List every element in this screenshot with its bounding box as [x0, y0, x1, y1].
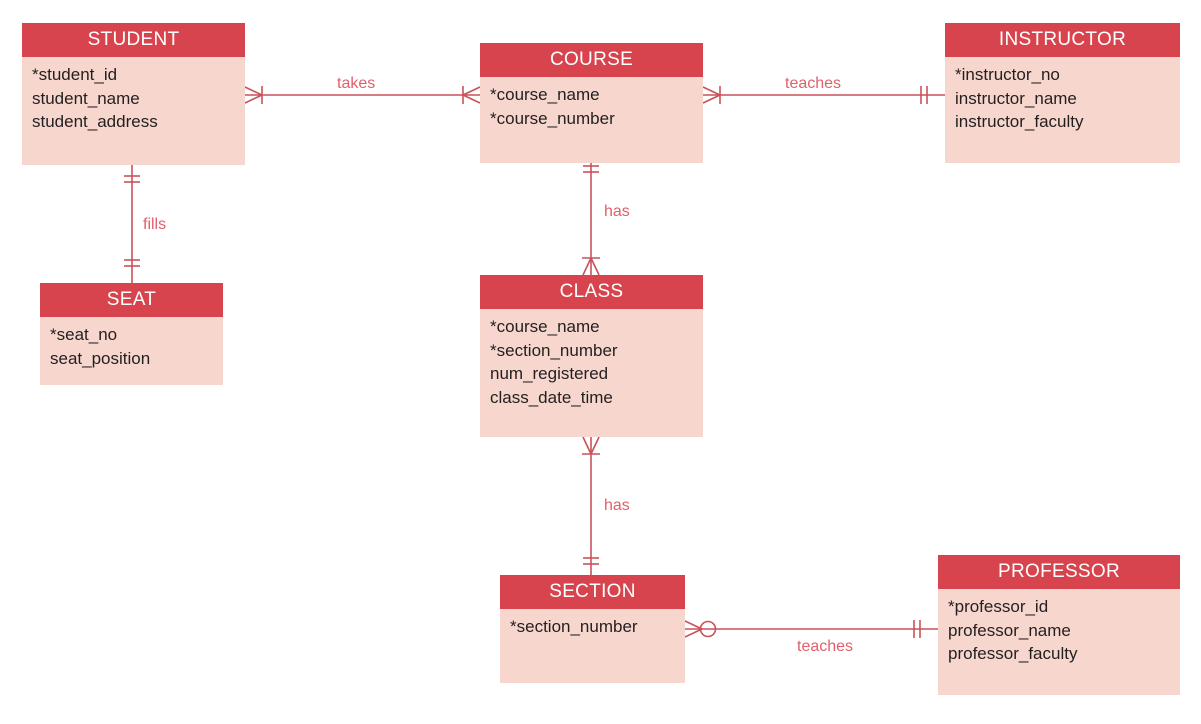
entity-professor-title: PROFESSOR — [938, 555, 1180, 589]
attribute: seat_position — [50, 348, 151, 368]
entity-class[interactable]: CLASS *course_name *section_number num_r… — [480, 275, 703, 437]
relationship-has-course-class-line — [582, 163, 600, 276]
attribute: professor_name — [948, 620, 1071, 640]
relationship-label-teaches-course-instructor: teaches — [785, 75, 842, 92]
attribute: instructor_name — [955, 88, 1077, 108]
attribute: *professor_id — [948, 597, 1049, 616]
entity-class-attributes: *course_name *section_number num_registe… — [480, 309, 703, 417]
entity-course-attributes: *course_name *course_number — [480, 77, 703, 138]
relationship-has-class-section-line — [582, 436, 600, 575]
er-diagram-canvas: STUDENT *student_id student_name student… — [0, 0, 1201, 724]
attribute: student_name — [32, 88, 140, 108]
entity-class-title: CLASS — [480, 275, 703, 309]
relationship-label-has-class-section: has — [604, 497, 630, 514]
attribute: num_registered — [490, 364, 609, 383]
attribute: *course_name — [490, 317, 600, 336]
entity-seat-attributes: *seat_no seat_position — [40, 317, 223, 378]
relationship-label-takes: takes — [337, 75, 376, 92]
attribute: *section_number — [510, 617, 638, 636]
attribute: *section_number — [490, 340, 618, 360]
attribute: class_date_time — [490, 387, 613, 407]
entity-student-title: STUDENT — [22, 23, 245, 57]
entity-instructor-title: INSTRUCTOR — [945, 23, 1180, 57]
relationship-label-has-course-class: has — [604, 203, 630, 220]
entity-student-attributes: *student_id student_name student_address — [22, 57, 245, 142]
entity-seat[interactable]: SEAT *seat_no seat_position — [40, 283, 223, 385]
entity-course[interactable]: COURSE *course_name *course_number — [480, 43, 703, 163]
relationship-teaches-section-professor-line — [684, 620, 938, 638]
attribute: student_address — [32, 112, 158, 131]
relationship-fills-line — [124, 165, 140, 283]
attribute: instructor_faculty — [955, 112, 1084, 131]
attribute: *course_number — [490, 108, 615, 128]
entity-professor-attributes: *professor_id professor_name professor_f… — [938, 589, 1180, 674]
attribute: professor_faculty — [948, 644, 1078, 663]
attribute: *seat_no — [50, 325, 118, 344]
relationship-label-fills: fills — [143, 216, 167, 233]
entity-instructor-attributes: *instructor_no instructor_name instructo… — [945, 57, 1180, 142]
entity-instructor[interactable]: INSTRUCTOR *instructor_no instructor_nam… — [945, 23, 1180, 163]
entity-section-attributes: *section_number — [500, 609, 685, 647]
entity-course-title: COURSE — [480, 43, 703, 77]
entity-seat-title: SEAT — [40, 283, 223, 317]
entity-student[interactable]: STUDENT *student_id student_name student… — [22, 23, 245, 165]
entity-section-title: SECTION — [500, 575, 685, 609]
entity-professor[interactable]: PROFESSOR *professor_id professor_name p… — [938, 555, 1180, 695]
relationship-label-teaches-section-professor: teaches — [797, 638, 854, 655]
attribute: *course_name — [490, 85, 600, 104]
attribute: *instructor_no — [955, 65, 1060, 84]
attribute: *student_id — [32, 65, 118, 84]
entity-section[interactable]: SECTION *section_number — [500, 575, 685, 683]
